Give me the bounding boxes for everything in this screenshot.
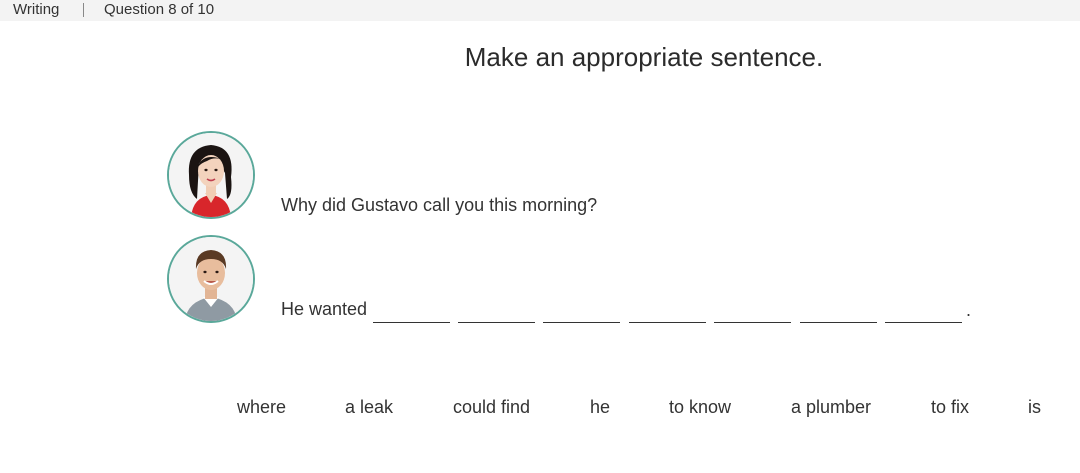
word-chip-to-fix[interactable]: to fix <box>931 397 969 418</box>
answer-blank-5[interactable] <box>714 322 791 323</box>
question-progress: Question 8 of 10 <box>104 1 215 18</box>
word-chip-could-find[interactable]: could find <box>453 397 530 418</box>
word-chip-is[interactable]: is <box>1028 397 1041 418</box>
word-chip-he[interactable]: he <box>590 397 610 418</box>
answer-blank-2[interactable] <box>458 322 535 323</box>
divider <box>83 3 84 17</box>
sentence-period: . <box>966 300 972 320</box>
instruction-title: Make an appropriate sentence. <box>464 42 824 72</box>
answer-blank-4[interactable] <box>629 322 706 323</box>
man-avatar <box>167 235 255 323</box>
word-chip-a-leak[interactable]: a leak <box>345 397 393 418</box>
word-chip-to-know[interactable]: to know <box>669 397 731 418</box>
word-chip-a-plumber[interactable]: a plumber <box>791 397 871 418</box>
answer-blank-3[interactable] <box>543 322 620 323</box>
word-chip-where[interactable]: where <box>237 397 286 418</box>
answer-blank-7[interactable] <box>885 322 962 323</box>
question-text: Why did Gustavo call you this morning? <box>281 195 598 215</box>
woman-avatar <box>167 131 255 219</box>
section-label: Writing <box>13 1 60 18</box>
answer-blank-6[interactable] <box>800 322 877 323</box>
answer-prefix: He wanted <box>281 299 368 319</box>
answer-blank-1[interactable] <box>373 322 450 323</box>
top-bar: Writing Question 8 of 10 <box>0 0 1080 21</box>
